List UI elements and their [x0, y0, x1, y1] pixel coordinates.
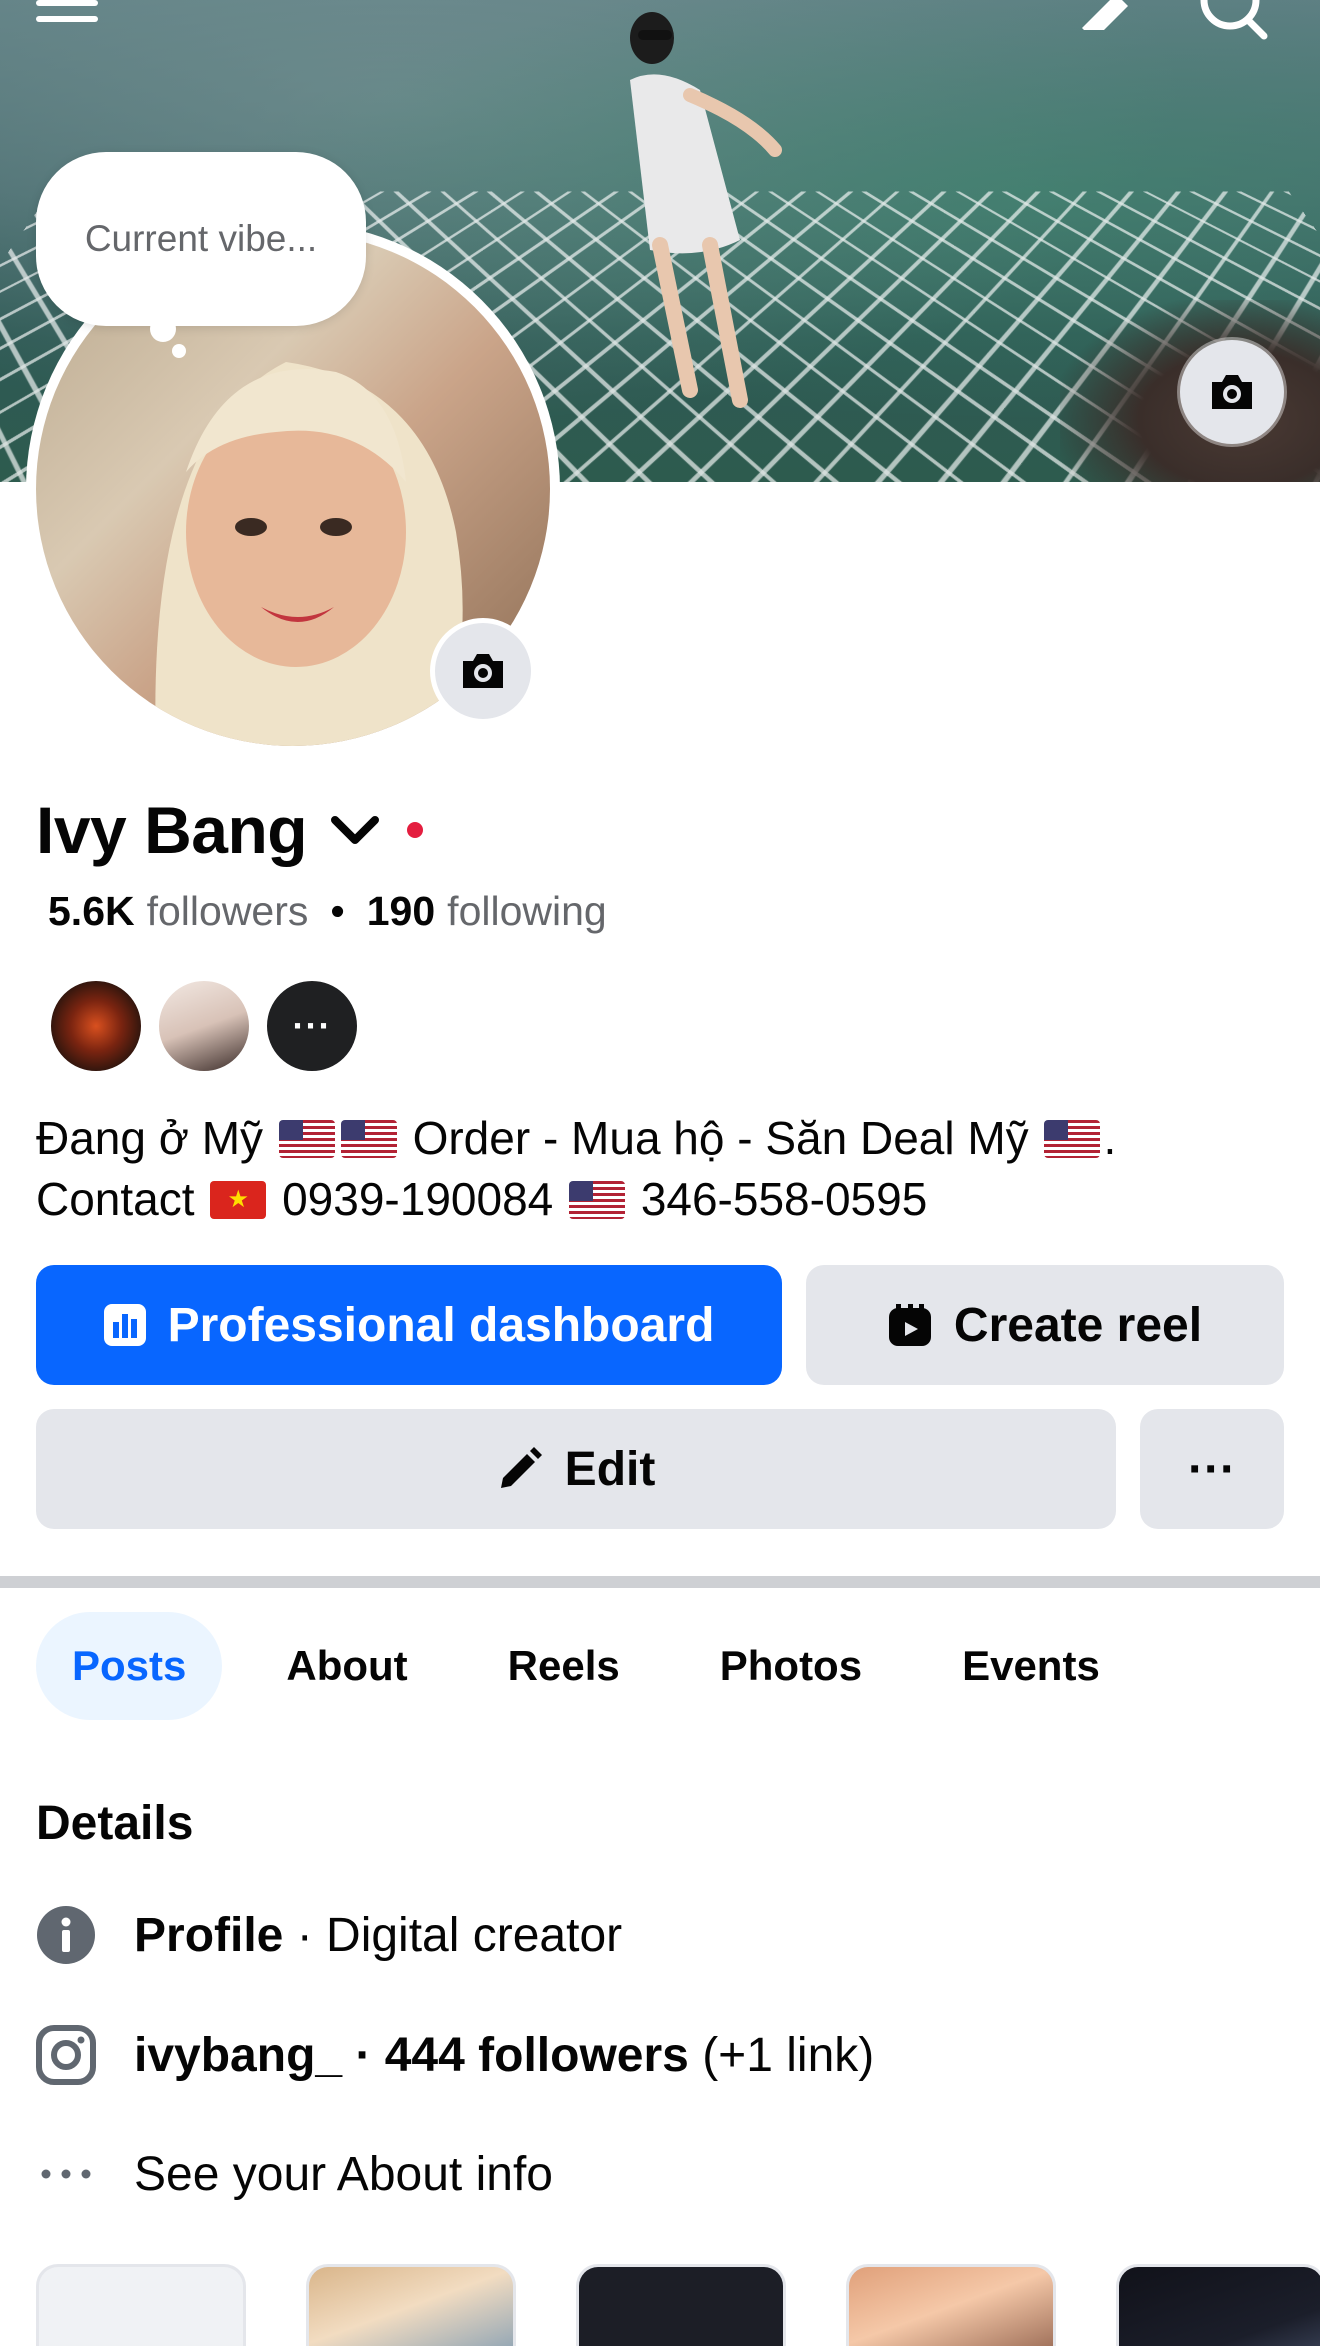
- cover-camera-button[interactable]: [1180, 340, 1284, 444]
- followers-count: 5.6K: [48, 888, 135, 934]
- us-flag-icon: [278, 1120, 335, 1158]
- us-flag-icon: [340, 1120, 397, 1158]
- edit-profile-button[interactable]: Edit: [36, 1409, 1116, 1529]
- create-reel-label: Create reel: [953, 1298, 1203, 1352]
- featured-thumbnail[interactable]: [36, 2264, 246, 2346]
- camera-icon: [463, 654, 503, 688]
- instagram-links[interactable]: (+1 link): [689, 2028, 874, 2083]
- tab-photos[interactable]: Photos: [684, 1612, 898, 1720]
- following-count: 190: [366, 888, 436, 934]
- instagram-followers: · 444 followers: [342, 2028, 689, 2082]
- follow-stats[interactable]: 5.6K followers • 190 following: [48, 888, 607, 935]
- bio-text: .: [1103, 1112, 1117, 1164]
- note-bubble-tail: [150, 316, 176, 342]
- us-flag-icon: [569, 1181, 626, 1219]
- note-bubble-text: Current vibe...: [84, 218, 318, 259]
- cover-person-figure: [630, 12, 782, 408]
- tab-posts[interactable]: Posts: [36, 1612, 223, 1720]
- dashboard-icon: [103, 1304, 146, 1346]
- bio-phone: 0939-190084: [282, 1173, 554, 1225]
- profile-name-row[interactable]: Ivy Bang: [36, 790, 424, 870]
- see-about-info-label: See your About info: [134, 2147, 553, 2201]
- profile-bio: Đang ở Mỹ Order - Mua hộ - Săn Deal Mỹ .…: [36, 1108, 1286, 1230]
- featured-thumbnail[interactable]: [846, 2264, 1056, 2346]
- detail-profile-label: Profile: [134, 1908, 284, 1962]
- info-icon: [36, 1905, 96, 1965]
- avatar-camera-button[interactable]: [430, 618, 536, 724]
- menu-icon[interactable]: [36, 0, 98, 30]
- bio-phone: 346-558-0595: [640, 1173, 928, 1225]
- following-label: following: [447, 888, 607, 934]
- section-divider: [0, 1576, 1320, 1588]
- featured-thumbnails: [36, 2264, 1320, 2346]
- vietnam-flag-icon: [210, 1181, 267, 1219]
- friend-avatar[interactable]: [156, 978, 252, 1074]
- bio-text: Contact: [36, 1173, 195, 1225]
- details-heading: Details: [36, 1797, 194, 1850]
- see-about-info-link[interactable]: See your About info: [36, 2144, 553, 2204]
- bio-text: Đang ở Mỹ: [36, 1112, 264, 1164]
- ellipsis-icon: [36, 2144, 96, 2204]
- detail-profile-value: · Digital creator: [283, 1908, 623, 1962]
- tab-reels[interactable]: Reels: [472, 1612, 656, 1720]
- tab-events[interactable]: Events: [926, 1612, 1136, 1720]
- us-flag-icon: [1044, 1120, 1101, 1158]
- featured-thumbnail[interactable]: [576, 2264, 786, 2346]
- reel-icon: [888, 1303, 932, 1347]
- bio-text: Order - Mua hộ - Săn Deal Mỹ: [412, 1112, 1029, 1164]
- chevron-down-icon[interactable]: [329, 810, 381, 850]
- detail-instagram[interactable]: ivybang_ · 444 followers (+1 link): [36, 2025, 874, 2085]
- create-reel-button[interactable]: Create reel: [806, 1265, 1284, 1385]
- followers-label: followers: [146, 888, 309, 934]
- note-bubble-tail-small: [172, 344, 186, 358]
- instagram-handle[interactable]: ivybang_: [134, 2028, 342, 2083]
- pencil-icon[interactable]: [1072, 0, 1132, 30]
- friend-avatars[interactable]: ···: [48, 978, 360, 1074]
- stats-separator: •: [330, 888, 345, 934]
- tab-about[interactable]: About: [250, 1612, 443, 1720]
- professional-dashboard-button[interactable]: Professional dashboard: [36, 1265, 782, 1385]
- profile-name: Ivy Bang: [36, 793, 308, 867]
- detail-profile-category: Profile · Digital creator: [36, 1905, 622, 1965]
- more-options-button[interactable]: ···: [1140, 1409, 1284, 1529]
- note-bubble[interactable]: Current vibe...: [36, 152, 366, 326]
- camera-icon: [1212, 375, 1252, 409]
- search-icon[interactable]: [1198, 0, 1268, 40]
- more-options-icon: ···: [1188, 1442, 1236, 1496]
- professional-dashboard-label: Professional dashboard: [167, 1298, 715, 1352]
- featured-thumbnail[interactable]: [306, 2264, 516, 2346]
- more-friends-button[interactable]: ···: [264, 978, 360, 1074]
- instagram-icon: [36, 2025, 96, 2085]
- notification-dot: [407, 822, 424, 838]
- featured-thumbnail[interactable]: [1116, 2264, 1320, 2346]
- friend-avatar[interactable]: [48, 978, 144, 1074]
- profile-tabs: Posts About Reels Photos Events: [36, 1612, 1164, 1720]
- pencil-icon: [497, 1446, 543, 1492]
- edit-label: Edit: [564, 1442, 656, 1496]
